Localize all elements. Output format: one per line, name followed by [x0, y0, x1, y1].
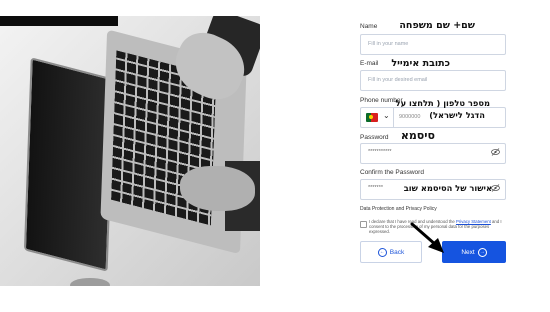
- pointer-arrow-annotation: [410, 222, 444, 253]
